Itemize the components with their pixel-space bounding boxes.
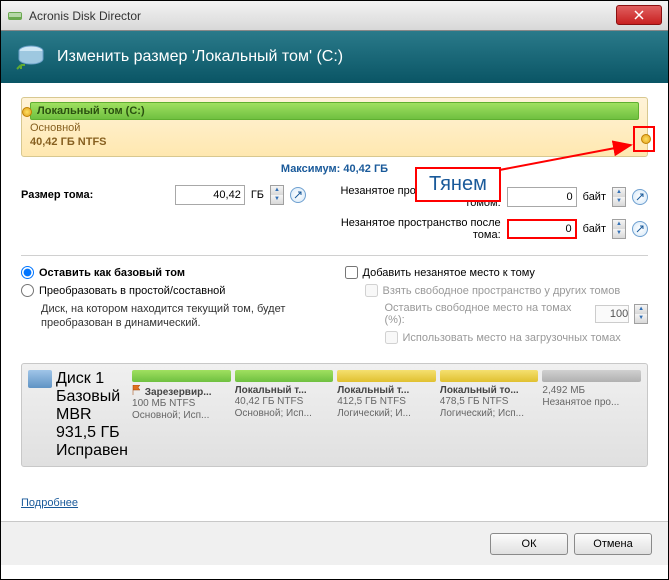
volume-type-label: Основной xyxy=(30,122,639,134)
dialog-content: Локальный том (C:) Основной 40,42 ГБ NTF… xyxy=(1,83,668,521)
volume-size-label: 40,42 ГБ NTFS xyxy=(30,136,639,148)
partition-block[interactable]: 2,492 МБ Незанятое про... xyxy=(542,370,641,460)
partition-sub: Основной; Исп... xyxy=(132,410,231,422)
partition-sub: 40,42 ГБ NTFS xyxy=(235,396,334,408)
window-title: Acronis Disk Director xyxy=(29,9,616,23)
disk-title: Диск 1 xyxy=(56,370,128,388)
space-after-input[interactable] xyxy=(507,219,577,239)
add-unalloc-checkbox-input[interactable] xyxy=(345,266,358,279)
space-after-max-button[interactable] xyxy=(632,221,648,237)
space-before-max-button[interactable] xyxy=(632,189,648,205)
volume-name: Локальный том (C:) xyxy=(37,105,145,117)
use-boot-checkbox: Использовать место на загрузочных томах xyxy=(345,331,649,344)
partition-block[interactable]: Зарезервир... 100 МБ NTFS Основной; Исп.… xyxy=(132,370,231,460)
more-link[interactable]: Подробнее xyxy=(21,497,78,509)
dialog-footer: ОК Отмена xyxy=(1,521,668,565)
size-fields: Размер тома: ГБ ▲▼ Незанятое пространств… xyxy=(21,185,648,249)
maximize-size-button[interactable] xyxy=(290,187,306,203)
leave-free-label: Оставить свободное место на томах (%): xyxy=(385,302,591,326)
partition-sub: 2,492 МБ xyxy=(542,385,641,397)
space-before-spinner[interactable]: ▲▼ xyxy=(612,187,626,207)
partition-block[interactable]: Локальный т... 412,5 ГБ NTFS Логический;… xyxy=(337,370,436,460)
close-icon xyxy=(634,10,644,20)
volume-size-unit: ГБ xyxy=(251,189,264,201)
convert-note: Диск, на котором находится текущий том, … xyxy=(21,302,325,331)
options-area: Оставить как базовый том Преобразовать в… xyxy=(21,266,648,349)
partition-sub: Основной; Исп... xyxy=(235,408,334,420)
convert-label: Преобразовать в простой/составной xyxy=(39,285,225,297)
maximum-size-label: Максимум: 40,42 ГБ xyxy=(21,163,648,175)
take-free-checkbox-input xyxy=(365,284,378,297)
partition-sub: 412,5 ГБ NTFS xyxy=(337,396,436,408)
space-before-unit: байт xyxy=(583,191,606,203)
dialog-title: Изменить размер 'Локальный том' (C:) xyxy=(57,48,343,66)
keep-basic-radio-input[interactable] xyxy=(21,266,34,279)
dialog-header: Изменить размер 'Локальный том' (C:) xyxy=(1,31,668,83)
space-after-unit: байт xyxy=(583,223,606,235)
disk-icon xyxy=(28,370,52,388)
dialog-window: Acronis Disk Director Изменить размер 'Л… xyxy=(0,0,669,580)
expand-icon xyxy=(636,225,644,233)
partition-sub: 100 МБ NTFS xyxy=(132,398,231,410)
use-boot-label: Использовать место на загрузочных томах xyxy=(403,332,621,344)
partition-bar xyxy=(542,370,641,382)
disk-resize-icon xyxy=(15,41,47,73)
close-button[interactable] xyxy=(616,5,662,25)
flag-icon xyxy=(132,385,142,395)
partition-sub: Логический; Исп... xyxy=(440,408,539,420)
partition-block[interactable]: Локальный т... 40,42 ГБ NTFS Основной; И… xyxy=(235,370,334,460)
keep-basic-radio[interactable]: Оставить как базовый том xyxy=(21,266,325,279)
leave-free-row: Оставить свободное место на томах (%): ▲… xyxy=(345,302,649,326)
convert-radio-input[interactable] xyxy=(21,284,34,297)
disk-layout-strip: Диск 1 Базовый MBR 931,5 ГБ Исправен Зар… xyxy=(21,363,648,467)
disk-sub: 931,5 ГБ xyxy=(56,424,128,442)
annotation-label: Тянем xyxy=(415,167,501,202)
space-after-spinner[interactable]: ▲▼ xyxy=(612,219,626,239)
disk-sub: Исправен xyxy=(56,442,128,460)
partition-title: Локальный т... xyxy=(337,385,436,396)
take-free-checkbox: Взять свободное пространство у других то… xyxy=(345,284,649,297)
space-before-input[interactable] xyxy=(507,187,577,207)
space-after-label: Незанятое пространство после тома: xyxy=(318,217,501,241)
leave-free-spinner: ▲▼ xyxy=(634,304,648,324)
expand-icon xyxy=(294,191,302,199)
ok-button[interactable]: ОК xyxy=(490,533,568,555)
volume-size-input[interactable] xyxy=(175,185,245,205)
slider-handle-left[interactable] xyxy=(22,107,32,117)
volume-size-field-label: Размер тома: xyxy=(21,189,169,201)
keep-basic-label: Оставить как базовый том xyxy=(39,267,185,279)
use-boot-checkbox-input xyxy=(385,331,398,344)
annotation-highlight-handle xyxy=(633,126,655,152)
leave-free-input xyxy=(595,305,629,323)
partition-bar xyxy=(440,370,539,382)
partition-title: Локальный то... xyxy=(440,385,539,396)
titlebar[interactable]: Acronis Disk Director xyxy=(1,1,668,31)
expand-icon xyxy=(636,193,644,201)
cancel-button[interactable]: Отмена xyxy=(574,533,652,555)
partition-block[interactable]: Локальный то... 478,5 ГБ NTFS Логический… xyxy=(440,370,539,460)
add-unalloc-checkbox[interactable]: Добавить незанятое место к тому xyxy=(345,266,649,279)
volume-slider-area: Локальный том (C:) Основной 40,42 ГБ NTF… xyxy=(21,97,648,157)
partition-sub: 478,5 ГБ NTFS xyxy=(440,396,539,408)
partition-bar xyxy=(235,370,334,382)
volume-slider-bar[interactable]: Локальный том (C:) xyxy=(30,102,639,120)
take-free-label: Взять свободное пространство у других то… xyxy=(383,285,621,297)
partition-sub: Логический; И... xyxy=(337,408,436,420)
partition-bar xyxy=(132,370,231,382)
partition-title: Зарезервир... xyxy=(132,385,231,398)
convert-radio[interactable]: Преобразовать в простой/составной xyxy=(21,284,325,297)
disk-header-block[interactable]: Диск 1 Базовый MBR 931,5 ГБ Исправен xyxy=(28,370,128,460)
divider xyxy=(21,255,648,256)
partition-bar xyxy=(337,370,436,382)
add-unalloc-label: Добавить незанятое место к тому xyxy=(363,267,535,279)
partition-sub: Незанятое про... xyxy=(542,397,641,409)
app-icon xyxy=(7,8,23,24)
partition-title: Локальный т... xyxy=(235,385,334,396)
disk-sub: Базовый MBR xyxy=(56,388,128,424)
volume-size-spinner[interactable]: ▲▼ xyxy=(270,185,284,205)
